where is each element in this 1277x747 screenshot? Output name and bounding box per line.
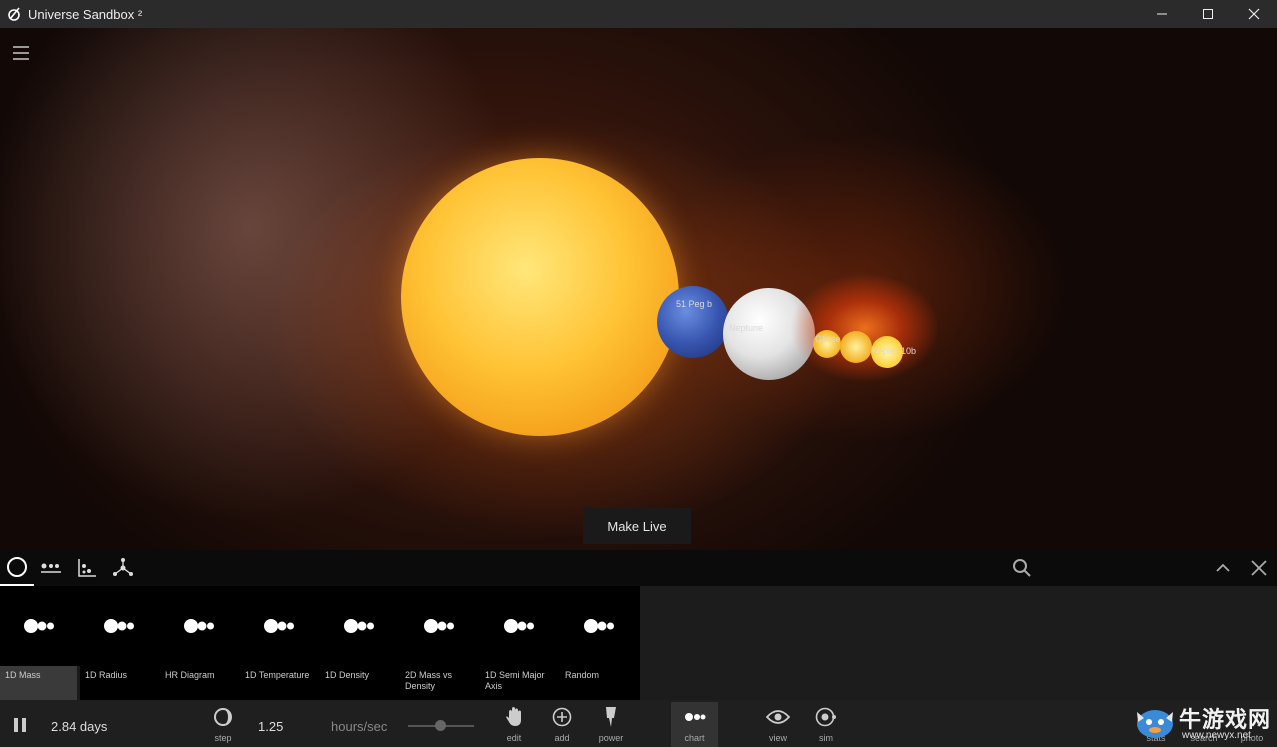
chart-preset-tile[interactable]: 1D Radius: [80, 586, 160, 700]
menu-icon[interactable]: [13, 46, 29, 60]
preset-label: 1D Semi Major Axis: [485, 670, 545, 691]
body-label-gliese: Gliese: [815, 334, 841, 344]
preset-label: 1D Temperature: [245, 670, 310, 680]
watermark: 牛游戏网 www.newyx.net: [1132, 700, 1277, 747]
sim-label: sim: [819, 733, 833, 743]
tab-network[interactable]: [106, 550, 140, 586]
view-button[interactable]: view: [755, 706, 801, 747]
sim-button[interactable]: sim: [803, 706, 849, 747]
preset-label: 1D Radius: [85, 670, 128, 680]
preset-thumbnail: [320, 586, 400, 666]
eye-icon: [766, 710, 790, 724]
window-title: Universe Sandbox ²: [28, 6, 143, 22]
chevron-up-icon[interactable]: [1213, 558, 1233, 578]
search-icon[interactable]: [1012, 558, 1032, 578]
view-label: view: [768, 733, 787, 743]
preset-thumbnail: [160, 586, 240, 666]
make-live-button[interactable]: Make Live: [583, 508, 691, 544]
preset-dots-icon: [264, 619, 294, 633]
elapsed-time: 2.84 days: [51, 719, 108, 734]
preset-label: 2D Mass vs Density: [405, 670, 453, 691]
hand-icon: [506, 707, 521, 726]
preset-thumbnail: [240, 586, 320, 666]
chart-label: chart: [684, 733, 705, 743]
rate-value[interactable]: 1.25: [258, 719, 283, 734]
preset-dots-icon: [424, 619, 454, 633]
chart-preset-tile[interactable]: 1D Semi Major Axis: [480, 586, 560, 700]
chart-button[interactable]: chart: [671, 702, 718, 747]
preset-label: Random: [565, 670, 600, 680]
chart-preset-tile[interactable]: 1D Density: [320, 586, 400, 700]
body-label-51-peg-b: 51 Peg b: [676, 299, 713, 309]
chart-presets: 1D Mass 1D Radius HR Diagram 1D Temperature…: [0, 586, 1277, 700]
maximize-icon: [1203, 9, 1213, 19]
rate-slider-thumb[interactable]: [435, 720, 446, 731]
preset-thumbnail: [560, 586, 640, 666]
chart-preset-tile[interactable]: HR Diagram: [160, 586, 240, 700]
minimize-button[interactable]: [1139, 0, 1185, 28]
chart-icon: [684, 713, 705, 721]
add-button[interactable]: add: [539, 706, 585, 747]
preset-label: 1D Density: [325, 670, 370, 680]
network-icon: [113, 558, 133, 576]
tab-circle[interactable]: [0, 550, 34, 586]
preset-thumbnail: [80, 586, 160, 666]
title-bar: Universe Sandbox ²: [0, 0, 1277, 28]
tab-scatter[interactable]: [70, 550, 104, 586]
preset-thumbnail: [400, 586, 480, 666]
preset-label: HR Diagram: [165, 670, 215, 680]
preset-thumbnail: [480, 586, 560, 666]
body-label-neptune: Neptune: [729, 323, 764, 333]
dots-icon: [41, 563, 61, 573]
watermark-logo-icon: [1137, 710, 1173, 738]
preset-dots-icon: [504, 619, 534, 633]
rate-unit[interactable]: hours/sec: [331, 719, 387, 734]
power-label: power: [598, 733, 624, 743]
simulation-viewport[interactable]: 51 Peg b Neptune Gliese Kepler-10b Make …: [0, 28, 1277, 550]
close-icon: [1248, 8, 1260, 20]
chart-preset-tile[interactable]: 1D Temperature: [240, 586, 320, 700]
star-small[interactable]: [840, 331, 872, 363]
add-label: add: [554, 733, 570, 743]
add-icon: [552, 707, 572, 727]
step-label: step: [214, 733, 232, 743]
pause-button[interactable]: [13, 718, 27, 732]
main-star[interactable]: [401, 158, 679, 436]
close-panel-icon[interactable]: [1249, 558, 1269, 578]
step-icon: [214, 708, 232, 726]
star-glow: [790, 273, 940, 383]
chart-preset-tile[interactable]: 2D Mass vs Density: [400, 586, 480, 700]
preset-dots-icon: [24, 619, 54, 633]
preset-dots-icon: [584, 619, 614, 633]
power-button[interactable]: power: [588, 706, 634, 747]
preset-dots-icon: [104, 619, 134, 633]
sim-icon: [815, 707, 836, 727]
edit-label: edit: [506, 733, 522, 743]
preset-dots-icon: [344, 619, 374, 633]
preset-label: 1D Mass: [5, 670, 41, 680]
close-button[interactable]: [1231, 0, 1277, 28]
planet-51-peg-b[interactable]: [657, 286, 729, 358]
edit-button[interactable]: edit: [491, 706, 537, 747]
app-logo-icon: [8, 7, 20, 21]
preset-dots-icon: [184, 619, 214, 633]
body-label-kepler-10b: Kepler-10b: [872, 346, 917, 356]
chart-preset-tile[interactable]: 1D Mass: [0, 586, 80, 700]
maximize-button[interactable]: [1185, 0, 1231, 28]
scatter-icon: [78, 559, 96, 577]
preset-thumbnail: [0, 586, 80, 666]
circle-icon: [7, 557, 27, 577]
watermark-url: www.newyx.net: [1182, 730, 1251, 741]
presets-empty-area: [637, 586, 1277, 700]
minimize-icon: [1157, 13, 1167, 15]
bottom-toolbar: 2.84 days step 1.25 hours/sec edit add p…: [0, 700, 1277, 747]
chart-preset-tile[interactable]: Random: [560, 586, 640, 700]
power-icon: [606, 707, 616, 727]
tab-dots[interactable]: [34, 550, 68, 586]
step-button[interactable]: step: [200, 706, 246, 747]
chart-panel-tabs: [0, 550, 1277, 586]
